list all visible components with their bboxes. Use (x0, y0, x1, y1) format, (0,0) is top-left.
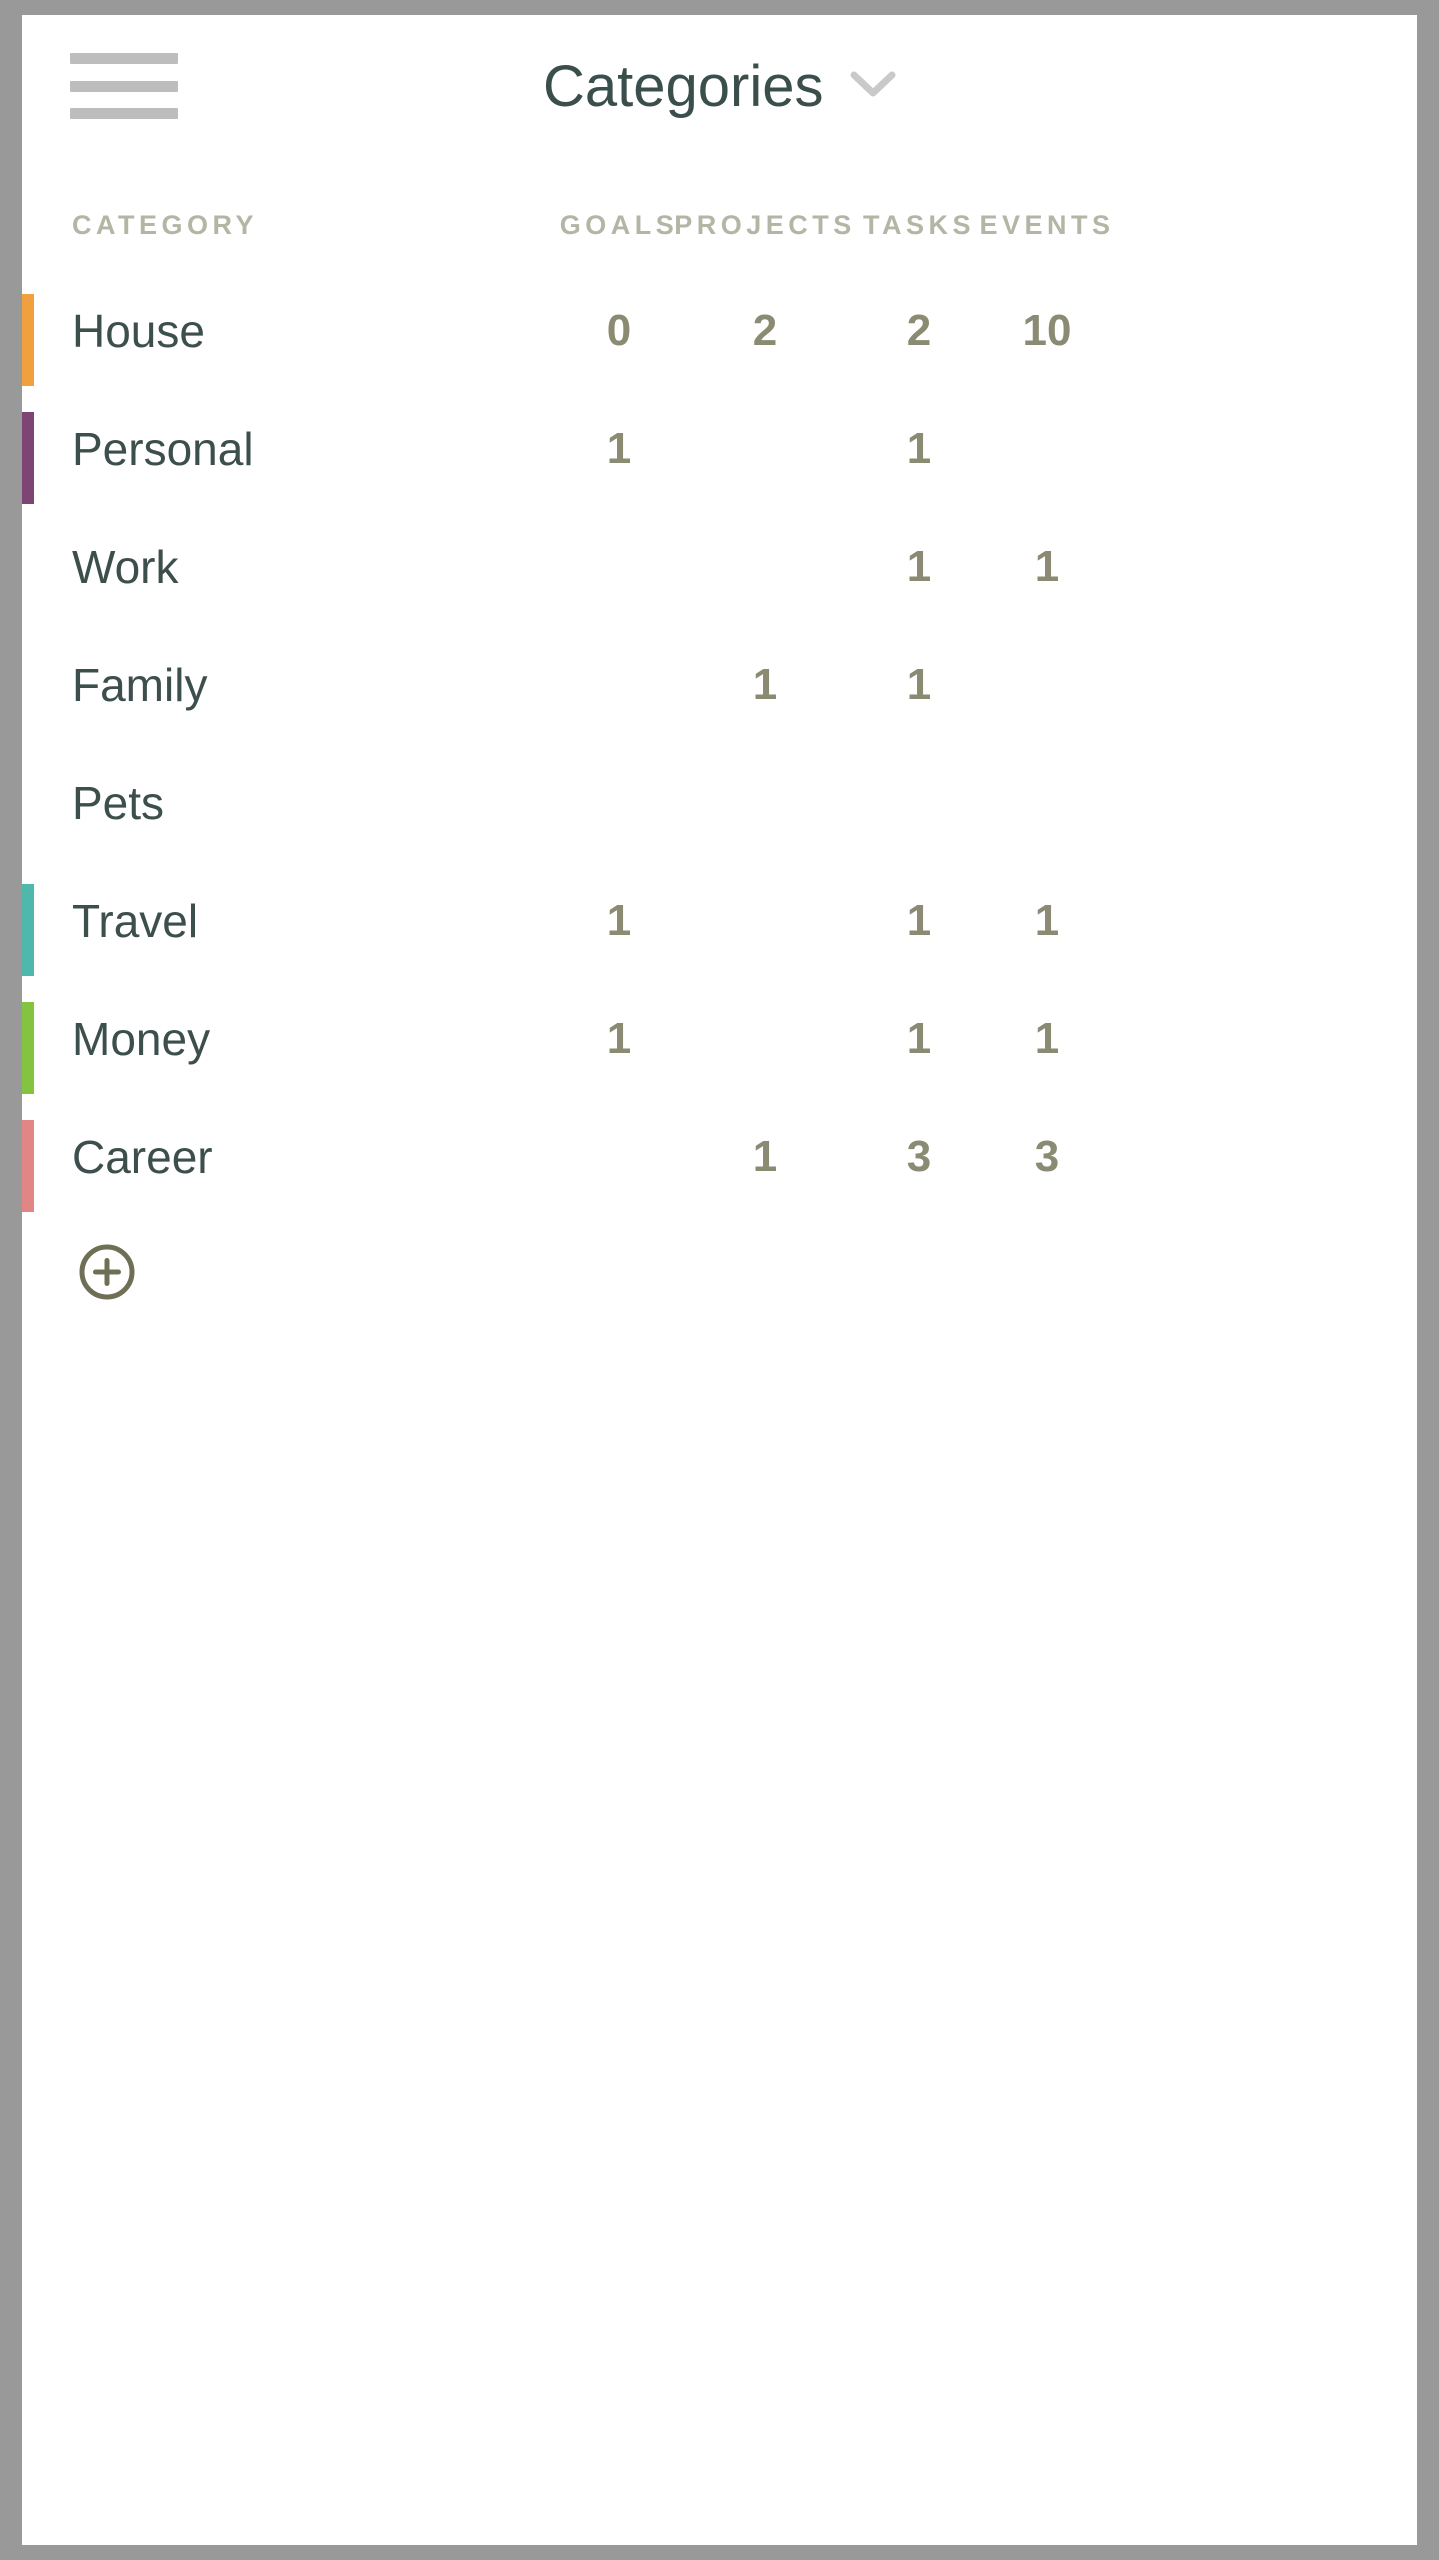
table-column-headers: CATEGORY GOALS PROJECTS TASKS EVENTS (22, 210, 1417, 272)
column-header-category: CATEGORY (72, 210, 259, 240)
page-title-dropdown[interactable]: Categories (22, 53, 1417, 120)
category-name: Pets (72, 777, 165, 829)
table-row[interactable]: Pets (22, 744, 1417, 862)
column-header-events: EVENTS (979, 210, 1115, 240)
category-name: Personal (72, 423, 254, 475)
table-row[interactable]: House 0 2 2 10 (22, 272, 1417, 390)
cell-events: 1 (1034, 896, 1060, 945)
chevron-down-icon[interactable] (850, 69, 896, 99)
cell-events (902, 626, 1192, 744)
table-row[interactable]: Career 1 3 3 (22, 1098, 1417, 1216)
category-name: Money (72, 1013, 211, 1065)
table-row[interactable]: Money 1 1 1 (22, 980, 1417, 1098)
app-card: Categories CATEGORY GOALS PROJECTS TASKS… (22, 15, 1417, 2545)
cell-events: 10 (1022, 306, 1072, 355)
cell-events (902, 390, 1192, 508)
category-color-chip (22, 1002, 34, 1094)
app-window: Categories CATEGORY GOALS PROJECTS TASKS… (0, 0, 1439, 2560)
category-name: House (72, 305, 205, 357)
category-color-chip (22, 1120, 34, 1212)
cell-events (902, 744, 1192, 862)
category-color-chip (22, 412, 34, 504)
table-row[interactable]: Work 1 1 (22, 508, 1417, 626)
table-row[interactable]: Personal 1 1 (22, 390, 1417, 508)
category-name: Work (72, 541, 179, 593)
category-name: Travel (72, 895, 199, 947)
category-name: Family (72, 659, 208, 711)
cell-events: 1 (1034, 1014, 1060, 1063)
table-row[interactable]: Travel 1 1 1 (22, 862, 1417, 980)
cell-events: 3 (1034, 1132, 1060, 1181)
table-row[interactable]: Family 1 1 (22, 626, 1417, 744)
page-title: Categories (543, 54, 824, 119)
category-name: Career (72, 1131, 213, 1183)
add-category-button[interactable] (78, 1243, 136, 1301)
table-rows: House 0 2 2 10 Personal 1 1 Work 1 1 Family 1 1 Pets Tr… (22, 272, 1417, 1216)
categories-table: CATEGORY GOALS PROJECTS TASKS EVENTS Hou… (22, 210, 1417, 1216)
cell-events: 1 (1034, 542, 1060, 591)
category-color-chip (22, 884, 34, 976)
category-color-chip (22, 294, 34, 386)
app-header: Categories (22, 15, 1417, 210)
